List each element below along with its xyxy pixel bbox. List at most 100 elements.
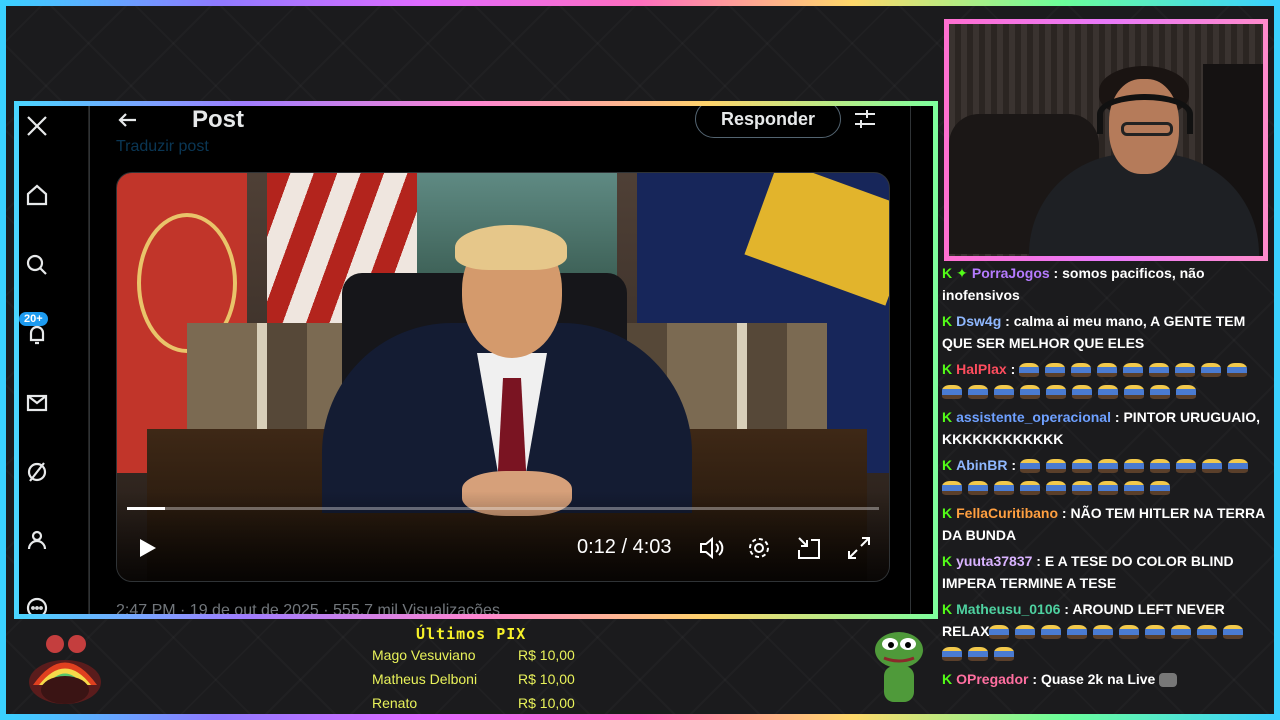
chat-emote-icon (1227, 459, 1248, 474)
chat-emote-icon (1015, 625, 1036, 640)
chat-emote-icon (1019, 363, 1040, 378)
chat-username[interactable]: Matheusu_0106 (956, 601, 1060, 617)
kick-badge-icon: K (942, 409, 953, 425)
chat-emote-icon (1150, 385, 1170, 400)
chat-emote-icon (1020, 481, 1040, 496)
page-title: Post (192, 106, 245, 133)
chat-username[interactable]: AbinBR (956, 457, 1007, 473)
chat-emote-icon (1150, 481, 1170, 496)
donation-amount: R$ 10,00 (518, 695, 575, 711)
kick-badge-icon: K (942, 313, 953, 329)
post-column: Post Responder Traduzir post 0:12 / 4:03… (89, 106, 911, 614)
chat-separator: : (1049, 265, 1063, 281)
kick-badge-icon: K (942, 265, 953, 281)
chat-username[interactable]: HalPlax (956, 361, 1007, 377)
donor-name: Mago Vesuviano (372, 647, 476, 663)
donor-name: Renato (372, 695, 418, 711)
chat-message: K HalPlax : (940, 358, 1270, 402)
picture-in-picture-icon[interactable] (795, 534, 823, 562)
chat-emote-icon (1072, 385, 1092, 400)
current-time: 0:12 (577, 536, 616, 558)
chat-emote-icon (1201, 459, 1222, 474)
chat-emote-icon (1149, 363, 1170, 378)
chat-emote-icon (1067, 625, 1088, 640)
chat-emote-icon (1071, 459, 1092, 474)
video-controls: 0:12 / 4:03 (117, 528, 889, 568)
chat-emote-icon (1176, 385, 1196, 400)
chat-emote-icon (968, 481, 988, 496)
chat-username[interactable]: OPregador (956, 671, 1028, 687)
video-frame-image (117, 173, 889, 581)
chat-emote-icon (1045, 363, 1066, 378)
video-player[interactable]: 0:12 / 4:03 (116, 172, 890, 582)
search-icon[interactable] (23, 251, 51, 279)
chat-message: K OPregador : Quase 2k na Live (940, 668, 1270, 690)
chat-emote-icon (1046, 481, 1066, 496)
volume-icon[interactable] (697, 534, 725, 562)
chat-message: K Dsw4g : calma ai meu mano, A GENTE TEM … (940, 310, 1270, 354)
settings-gear-icon[interactable] (745, 534, 773, 562)
chat-separator: : (1058, 505, 1071, 521)
chat-username[interactable]: Dsw4g (956, 313, 1001, 329)
more-icon[interactable] (23, 594, 51, 614)
chat-emote-icon (1093, 625, 1114, 640)
chat-emote-icon (1175, 363, 1196, 378)
chat-emote-icon (1175, 459, 1196, 474)
grok-icon[interactable] (23, 458, 51, 486)
chat-emote-icon (1046, 385, 1066, 400)
chat-message: K ✦ PorraJogos : somos pacificos, não inof… (940, 262, 1270, 306)
chat-emote-icon (1098, 385, 1118, 400)
chat-emote-icon (1045, 459, 1066, 474)
chat-username[interactable]: FellaCuritibano (956, 505, 1058, 521)
translate-post-link[interactable]: Traduzir post (116, 138, 209, 156)
donation-amount: R$ 10,00 (518, 671, 575, 687)
chat-separator: : (1060, 601, 1073, 617)
chat-emote-icon (1041, 625, 1062, 640)
chat-emote-icon (1072, 481, 1092, 496)
fullscreen-icon[interactable] (845, 534, 873, 562)
chat-emote-icon (942, 385, 962, 400)
chat-emote-icon (1124, 481, 1144, 496)
chat-emote-icon (968, 647, 988, 662)
chat-emote-icon (1097, 363, 1118, 378)
notifications-icon[interactable] (23, 321, 51, 349)
chat-emote-icon (1201, 363, 1222, 378)
donor-name: Matheus Delboni (372, 671, 478, 687)
back-arrow-icon[interactable] (116, 108, 140, 132)
chat-username[interactable]: yuuta37837 (956, 553, 1032, 569)
sliders-icon[interactable] (852, 106, 878, 132)
kick-badge-icon: K (942, 601, 953, 617)
donations-panel: Últimos PIX Mago Vesuviano R$ 10,00 Math… (372, 625, 612, 720)
chat-separator: : (1110, 409, 1124, 425)
kick-badge-icon: K (942, 361, 953, 377)
chat-emote-icon (1159, 673, 1178, 688)
kick-badge-icon: K (942, 553, 953, 569)
play-icon[interactable] (135, 536, 159, 560)
chat-separator: : (1032, 553, 1045, 569)
chat-emote-icon (1123, 363, 1144, 378)
reply-button[interactable]: Responder (695, 106, 841, 138)
chat-emote-icon (968, 385, 988, 400)
profile-icon[interactable] (23, 526, 51, 554)
chat-message: K AbinBR : (940, 454, 1270, 498)
chat-emote-icon (1171, 625, 1192, 640)
kick-badge-icon: K (942, 505, 953, 521)
webcam-feed (949, 24, 1263, 256)
chat-emote-icon (1223, 625, 1244, 640)
chat-separator: : (1007, 457, 1020, 473)
x-nav-rail: 20+ (19, 106, 89, 614)
chat-username[interactable]: PorraJogos (972, 265, 1050, 281)
chat-message: Kyuuta37837 : E A TESE DO COLOR BLIND IM… (940, 550, 1270, 594)
chat-separator: : (1001, 313, 1014, 329)
video-progress-bar[interactable] (127, 507, 879, 510)
home-icon[interactable] (23, 181, 51, 209)
messages-icon[interactable] (23, 389, 51, 417)
chat-emote-icon (1124, 385, 1144, 400)
chat-username[interactable]: assistente_operacional (956, 409, 1111, 425)
chat-emote-icon (1071, 363, 1092, 378)
chat-message: K FellaCuritibano : NÃO TEM HITLER NA TER… (940, 502, 1270, 546)
donation-amount: R$ 10,00 (518, 647, 575, 663)
x-logo-icon[interactable] (23, 112, 51, 140)
chat-emote-icon (1123, 459, 1144, 474)
chat-emote-icon (942, 481, 962, 496)
